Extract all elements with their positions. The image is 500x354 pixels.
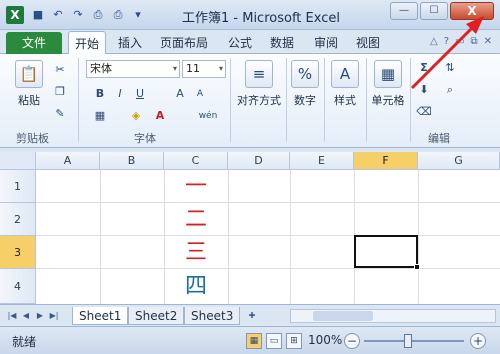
save-icon[interactable]: ■ — [30, 7, 46, 23]
column-header[interactable]: D — [228, 152, 290, 170]
annotation-arrow-icon — [410, 16, 484, 90]
grid-line — [418, 170, 419, 304]
tab-insert[interactable]: 插入 — [118, 34, 142, 51]
column-header[interactable]: C — [164, 152, 228, 170]
tab-page-layout[interactable]: 页面布局 — [160, 34, 208, 51]
grid-line — [36, 235, 500, 236]
group-divider — [230, 58, 231, 142]
group-divider — [324, 58, 325, 142]
page-break-view-icon[interactable]: ⊞ — [286, 333, 302, 349]
worksheet-grid[interactable]: A B C D E F G 1 2 3 4 一 二 三 四 — [0, 152, 500, 304]
italic-button[interactable]: I — [112, 86, 128, 102]
quick-print-icon[interactable]: ⎙ — [110, 7, 126, 23]
first-sheet-icon[interactable]: |◀ — [6, 309, 18, 323]
alignment-button[interactable]: ≡ 对齐方式 — [232, 60, 286, 108]
sheet-tab-sheet3[interactable]: Sheet3 — [184, 307, 241, 325]
prev-sheet-icon[interactable]: ◀ — [20, 309, 32, 323]
tab-data[interactable]: 数据 — [270, 34, 294, 51]
paste-icon: 📋 — [15, 60, 43, 88]
underline-button[interactable]: U — [132, 86, 148, 102]
tab-file[interactable]: 文件 — [6, 32, 62, 54]
cell-c4[interactable]: 四 — [164, 269, 228, 304]
normal-view-icon[interactable]: ▦ — [246, 333, 262, 349]
group-divider — [78, 58, 79, 142]
number-format-button[interactable]: % 数字 — [290, 60, 320, 108]
percent-icon: % — [291, 60, 319, 88]
grow-font-button[interactable]: A — [172, 86, 188, 102]
horizontal-scrollbar[interactable] — [290, 309, 496, 323]
quick-access-toolbar: ■ ↶ ↷ ⎙ ⎙ ▾ — [30, 7, 146, 23]
zoom-level[interactable]: 100% — [308, 333, 342, 347]
row-header[interactable]: 1 — [0, 170, 36, 203]
cell-c1[interactable]: 一 — [164, 170, 228, 203]
column-header[interactable]: E — [290, 152, 354, 170]
grid-line — [36, 202, 500, 203]
column-header[interactable]: B — [100, 152, 164, 170]
group-divider — [366, 58, 367, 142]
format-painter-icon[interactable]: ✎ — [52, 106, 68, 122]
window-title: 工作簿1 - Microsoft Excel — [182, 11, 340, 26]
next-sheet-icon[interactable]: ▶ — [34, 309, 46, 323]
status-bar: 就绪 ▦ ▭ ⊞ 100% − + — [0, 326, 500, 354]
row-header[interactable]: 4 — [0, 269, 36, 304]
row-header-selected[interactable]: 3 — [0, 236, 36, 269]
redo-icon[interactable]: ↷ — [70, 7, 86, 23]
bold-button[interactable]: B — [92, 86, 108, 102]
column-header-selected[interactable]: F — [354, 152, 418, 170]
group-divider — [286, 58, 287, 142]
insert-sheet-icon[interactable]: ✚ — [244, 309, 260, 323]
column-header[interactable]: G — [418, 152, 500, 170]
scroll-thumb[interactable] — [313, 311, 373, 321]
sheet-tab-bar: |◀ ◀ ▶ ▶| Sheet1 Sheet2 Sheet3 ✚ — [0, 304, 500, 326]
styles-button[interactable]: A 样式 — [328, 60, 362, 108]
sheet-tab-sheet2[interactable]: Sheet2 — [128, 307, 185, 325]
grid-line — [100, 170, 101, 304]
tab-review[interactable]: 审阅 — [314, 34, 338, 51]
excel-app-icon[interactable]: X — [6, 6, 24, 24]
print-preview-icon[interactable]: ⎙ — [90, 7, 106, 23]
phonetic-icon[interactable]: wén — [196, 108, 220, 124]
styles-icon: A — [331, 60, 359, 88]
font-size-combo[interactable]: 11 ▾ — [182, 60, 226, 78]
cut-icon[interactable]: ✂ — [52, 62, 68, 78]
clear-icon[interactable]: ⌫ — [416, 104, 432, 120]
grid-line — [290, 170, 291, 304]
status-ready: 就绪 — [12, 335, 37, 349]
last-sheet-icon[interactable]: ▶| — [48, 309, 60, 323]
grid-line — [36, 268, 500, 269]
copy-icon[interactable]: ❐ — [52, 84, 68, 100]
paste-button[interactable]: 📋 粘贴 — [12, 60, 46, 108]
grid-line — [228, 170, 229, 304]
select-all-corner[interactable] — [0, 152, 36, 170]
cell-c3[interactable]: 三 — [164, 236, 228, 269]
cell-c2[interactable]: 二 — [164, 203, 228, 236]
align-icon: ≡ — [245, 60, 273, 88]
tab-formulas[interactable]: 公式 — [228, 34, 252, 51]
shrink-font-button[interactable]: A — [192, 86, 208, 102]
active-cell-f3[interactable] — [354, 235, 418, 268]
row-header[interactable]: 2 — [0, 203, 36, 236]
zoom-slider-knob[interactable] — [404, 334, 412, 348]
page-layout-view-icon[interactable]: ▭ — [266, 333, 282, 349]
clipboard-group-label: 剪贴板 — [16, 132, 49, 145]
zoom-out-button[interactable]: − — [344, 333, 360, 349]
font-color-icon[interactable]: A — [152, 108, 168, 124]
fill-color-icon[interactable]: ◈ — [128, 108, 144, 124]
zoom-slider-track[interactable] — [364, 340, 464, 342]
cells-button[interactable]: ▦ 单元格 — [368, 60, 408, 108]
borders-icon[interactable]: ▦ — [92, 108, 108, 124]
zoom-in-button[interactable]: + — [470, 333, 486, 349]
undo-icon[interactable]: ↶ — [50, 7, 66, 23]
tab-view[interactable]: 视图 — [356, 34, 380, 51]
tab-home[interactable]: 开始 — [68, 31, 107, 55]
font-group-label: 字体 — [134, 132, 156, 145]
fill-handle[interactable] — [414, 264, 420, 270]
column-header[interactable]: A — [36, 152, 100, 170]
customize-qat-icon[interactable]: ▾ — [130, 7, 146, 23]
cells-icon: ▦ — [374, 60, 402, 88]
editing-group-label: 编辑 — [428, 132, 450, 145]
font-name-combo[interactable]: 宋体 ▾ — [86, 60, 180, 78]
sheet-tab-sheet1[interactable]: Sheet1 — [72, 307, 129, 325]
